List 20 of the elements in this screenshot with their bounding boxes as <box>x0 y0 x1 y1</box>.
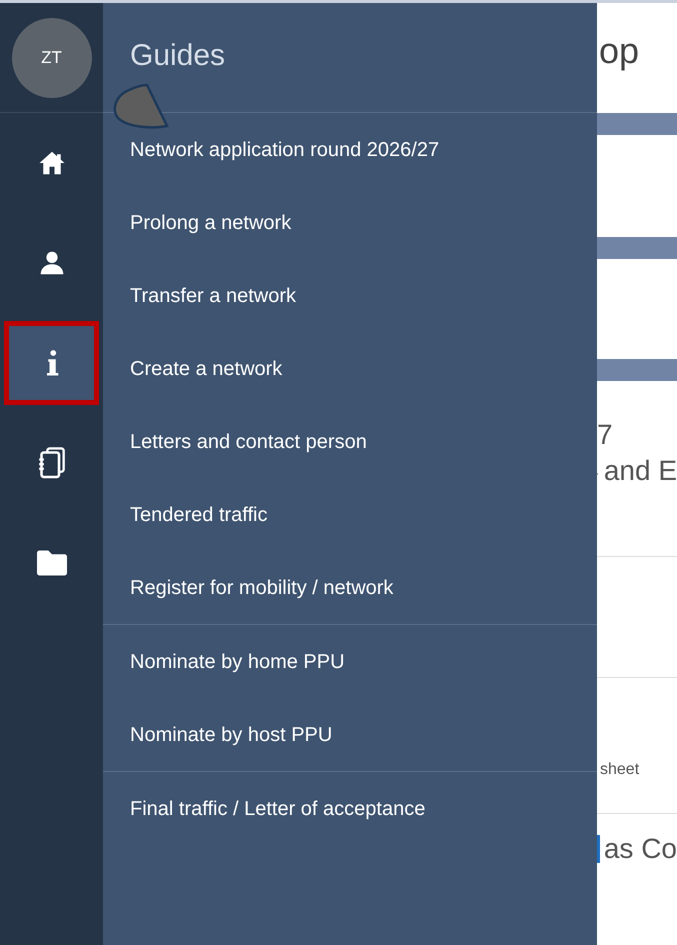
menu-link[interactable]: Prolong a network <box>103 186 597 259</box>
body-text: 7 <box>597 421 614 452</box>
menu-title: Guides <box>130 39 226 72</box>
blob-shape <box>111 83 171 129</box>
notebook-icon <box>38 446 66 480</box>
menu-link[interactable]: Transfer a network <box>103 259 597 332</box>
user-avatar[interactable]: ZT <box>12 18 92 98</box>
menu-link[interactable]: Network application round 2026/27 <box>103 113 597 186</box>
menu-link[interactable]: Final traffic / Letter of acceptance <box>103 772 597 845</box>
link-fragment <box>597 835 600 863</box>
menu-link[interactable]: Nominate by home PPU <box>103 625 597 698</box>
menu-link[interactable]: Create a network <box>103 332 597 405</box>
page-title: op <box>598 29 640 73</box>
body-text: sheet <box>597 678 677 814</box>
menu-link[interactable]: Nominate by host PPU <box>103 698 597 771</box>
menu-link[interactable]: Letters and contact person <box>103 405 597 478</box>
body-text: as Co <box>604 832 677 866</box>
body-text: and E <box>604 457 677 485</box>
menu-link[interactable]: Tendered traffic <box>103 478 597 551</box>
menu-link[interactable]: Register for mobility / network <box>103 551 597 624</box>
